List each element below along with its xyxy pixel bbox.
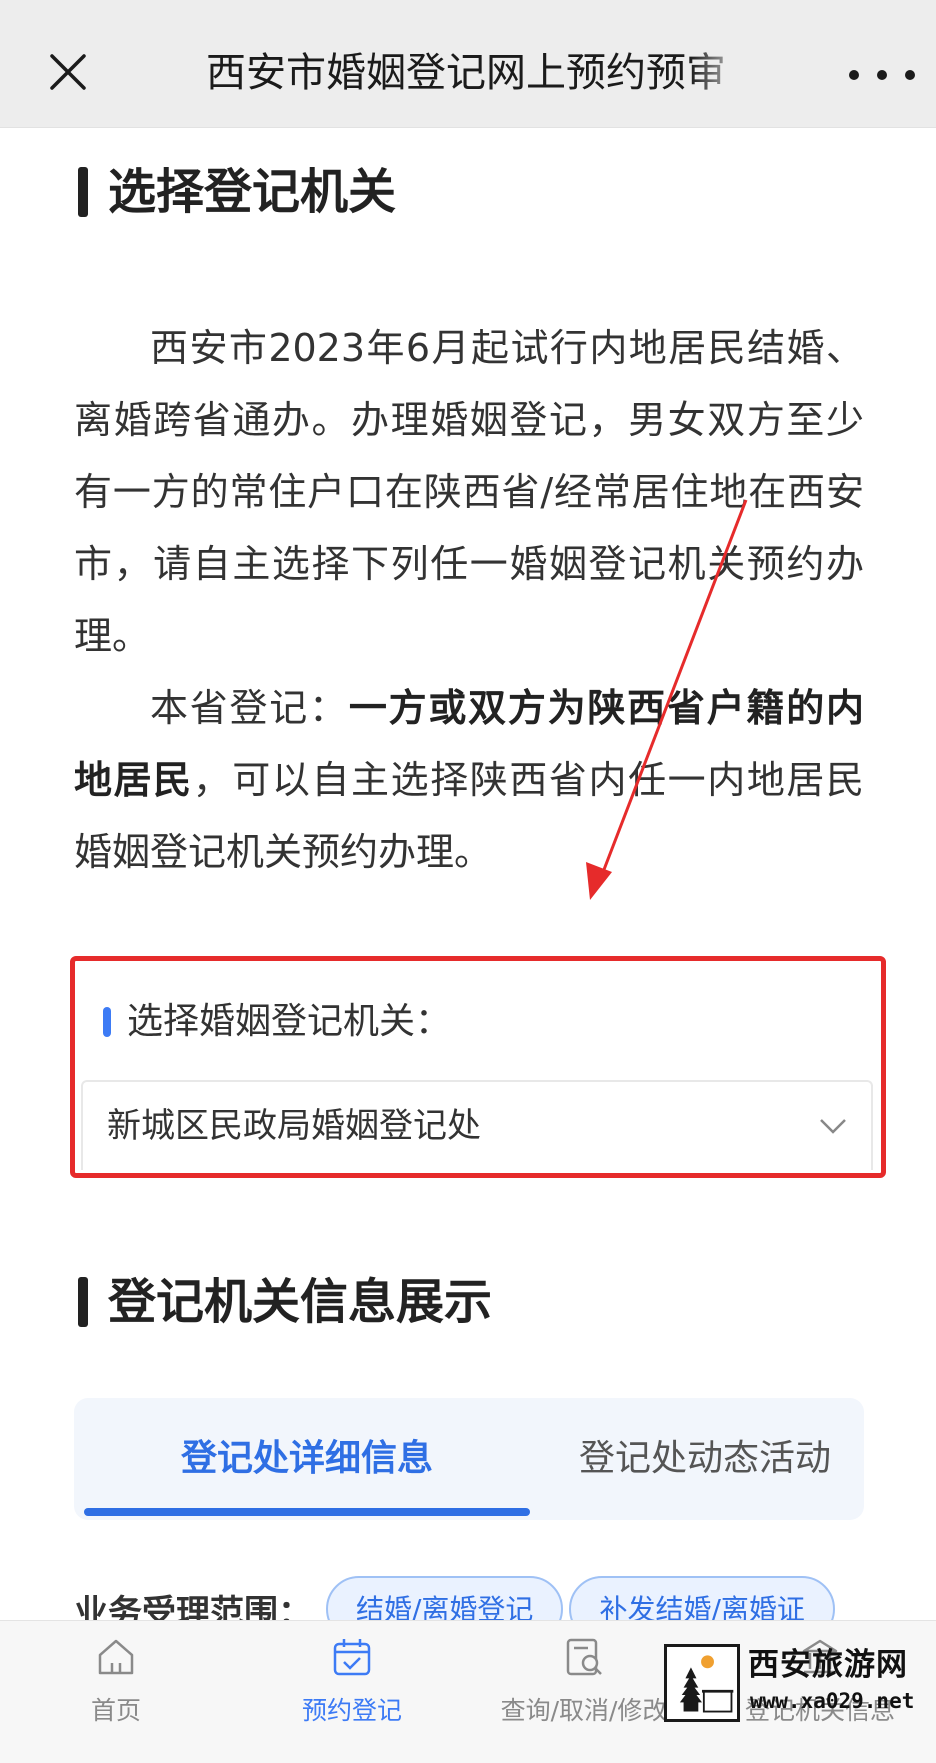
- intro-paragraph-2: 本省登记：一方或双方为陕西省户籍的内地居民，可以自主选择陕西省内任一内地居民婚姻…: [74, 672, 864, 888]
- section-heading-office-info: 登记机关信息展示: [78, 1272, 492, 1332]
- selector-label-text: 选择婚姻登记机关：: [127, 1001, 452, 1042]
- tab-activities-label: 登记处动态活动: [578, 1438, 831, 1479]
- page-title: 西安市婚姻登记网上预约预审: [206, 50, 726, 96]
- section-heading-text: 登记机关信息展示: [108, 1274, 493, 1330]
- paragraph-2-suffix: ，可以自主选择陕西省内任一内地居民婚姻登记机关预约办理。: [74, 758, 864, 874]
- top-bar: 西安市婚姻登记网上预约预审: [0, 0, 936, 128]
- chevron-down-icon: [820, 1119, 846, 1134]
- nav-home[interactable]: 首页: [16, 1635, 216, 1755]
- section-heading-text: 选择登记机关: [108, 164, 397, 220]
- title-fade: [690, 40, 750, 100]
- more-dots-icon[interactable]: [842, 62, 922, 88]
- section-heading-select-office: 选择登记机关: [78, 162, 396, 222]
- close-icon[interactable]: [48, 52, 88, 92]
- nav-home-label: 首页: [90, 1696, 141, 1725]
- watermark-url: www.xa029.net: [750, 1689, 915, 1713]
- calendar-check-icon: [333, 1639, 371, 1676]
- nav-appointment-label: 预约登记: [301, 1696, 402, 1725]
- tab-details-label: 登记处详细信息: [180, 1438, 433, 1479]
- watermark-title: 西安旅游网: [748, 1647, 908, 1683]
- paragraph-2-prefix: 本省登记：: [150, 686, 349, 730]
- watermark: 西安旅游网 www.xa029.net: [664, 1644, 936, 1722]
- search-document-icon: [566, 1638, 602, 1676]
- office-select-dropdown[interactable]: 新城区民政局婚姻登记处: [81, 1080, 873, 1170]
- heading-bar: [78, 167, 88, 217]
- nav-appointment[interactable]: 预约登记: [252, 1635, 452, 1755]
- tab-activities[interactable]: 登记处动态活动: [540, 1398, 870, 1520]
- office-selector-highlight: 选择婚姻登记机关： 新城区民政局婚姻登记处: [70, 956, 886, 1178]
- nav-query[interactable]: 查询/取消/修改: [484, 1635, 684, 1755]
- active-tab-underline: [84, 1508, 530, 1516]
- info-tabs: 登记处详细信息 登记处动态活动: [74, 1398, 864, 1520]
- label-marker: [103, 1007, 111, 1037]
- selector-label: 选择婚姻登记机关：: [103, 999, 451, 1045]
- heading-bar: [78, 1277, 88, 1327]
- selected-office: 新城区民政局婚姻登记处: [107, 1106, 481, 1146]
- home-icon: [98, 1639, 134, 1675]
- intro-paragraph-1: 西安市2023年6月起试行内地居民结婚、离婚跨省通办。办理婚姻登记，男女双方至少…: [74, 326, 864, 658]
- nav-query-label: 查询/取消/修改: [500, 1696, 668, 1725]
- tab-details[interactable]: 登记处详细信息: [84, 1398, 530, 1520]
- intro-text: 西安市2023年6月起试行内地居民结婚、离婚跨省通办。办理婚姻登记，男女双方至少…: [74, 312, 864, 888]
- pagoda-logo-icon: [664, 1644, 740, 1722]
